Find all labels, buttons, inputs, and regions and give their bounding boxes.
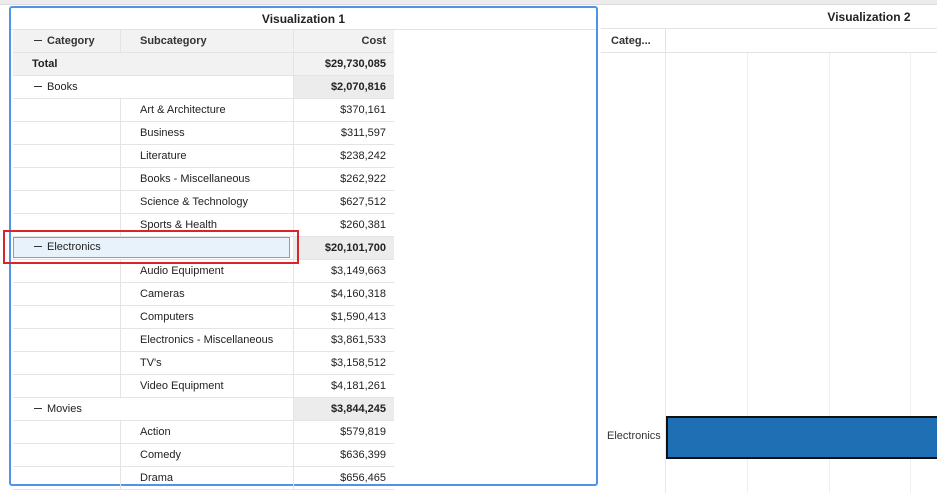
blank-cell — [13, 99, 120, 121]
visualization-1-title: Visualization 1 — [261, 12, 346, 26]
cost-cell: $260,381 — [293, 214, 394, 236]
blank-cell — [13, 191, 120, 213]
cost-cell: $238,242 — [293, 145, 394, 167]
total-cost: $29,730,085 — [293, 53, 394, 75]
selected-electronics-text: Electronics — [47, 241, 101, 253]
table-row: Action $579,819 — [13, 421, 394, 444]
cost-cell: $4,160,318 — [293, 283, 394, 305]
subcategory-cell: Drama — [120, 467, 293, 489]
table-row: Business $311,597 — [13, 122, 394, 145]
cost-cell: $370,161 — [293, 99, 394, 121]
blank-cell — [13, 444, 120, 466]
blank-cell — [13, 352, 120, 374]
table-row: Cameras $4,160,318 — [13, 283, 394, 306]
cost-cell: $3,149,663 — [293, 260, 394, 282]
category-books-cost: $2,070,816 — [293, 76, 394, 98]
cost-cell: $1,590,413 — [293, 306, 394, 328]
blank-cell — [13, 283, 120, 305]
table-row: Books - Miscellaneous $262,922 — [13, 168, 394, 191]
blank-cell — [13, 306, 120, 328]
cost-cell: $3,861,533 — [293, 329, 394, 351]
column-header-subcategory[interactable]: Subcategory — [120, 30, 293, 52]
category-movies-label: Movies — [47, 403, 82, 415]
subcategory-cell: Comedy — [120, 444, 293, 466]
visualization-2-panel[interactable]: Visualization 2 Categ... Electronics — [601, 6, 937, 493]
table-row: Comedy $636,399 — [13, 444, 394, 467]
top-toolbar-strip — [0, 0, 937, 5]
blank-cell — [13, 421, 120, 443]
collapse-minus-icon[interactable] — [34, 245, 42, 247]
table-row: Drama $656,465 — [13, 467, 394, 490]
selected-electronics-label[interactable]: Electronics — [34, 237, 101, 258]
category-movies-cost: $3,844,245 — [293, 398, 394, 420]
total-row: Total $29,730,085 — [13, 53, 394, 76]
electronics-bar[interactable] — [666, 416, 937, 459]
header-separator — [665, 29, 666, 53]
subcategory-cell: Literature — [120, 145, 293, 167]
cost-cell: $627,512 — [293, 191, 394, 213]
table-row: Art & Architecture $370,161 — [13, 99, 394, 122]
cost-cell: $3,158,512 — [293, 352, 394, 374]
table-row: Computers $1,590,413 — [13, 306, 394, 329]
visualization-2-title: Visualization 2 — [827, 10, 911, 24]
subcategory-cell: Science & Technology — [120, 191, 293, 213]
category-axis-header[interactable]: Categ... — [611, 29, 651, 53]
subcategory-cell: Video Equipment — [120, 375, 293, 397]
category-row-books[interactable]: Books $2,070,816 — [13, 76, 394, 99]
table-row: TV's $3,158,512 — [13, 352, 394, 375]
category-books-label: Books — [47, 81, 78, 93]
blank-cell — [13, 122, 120, 144]
collapse-minus-icon[interactable] — [34, 85, 42, 87]
subcategory-cell: Art & Architecture — [120, 99, 293, 121]
blank-cell — [13, 329, 120, 351]
chart-header-row: Categ... — [601, 29, 937, 53]
subcategory-cell: Cameras — [120, 283, 293, 305]
pivot-header-row: Category Subcategory Cost — [13, 30, 394, 53]
table-row: Literature $238,242 — [13, 145, 394, 168]
cost-cell: $579,819 — [293, 421, 394, 443]
collapse-minus-icon[interactable] — [34, 407, 42, 409]
table-row: Science & Technology $627,512 — [13, 191, 394, 214]
table-row: Electronics - Miscellaneous $3,861,533 — [13, 329, 394, 352]
collapse-minus-icon[interactable] — [34, 39, 42, 41]
column-header-cost[interactable]: Cost — [293, 30, 394, 52]
bar-category-label: Electronics — [607, 430, 661, 442]
subcategory-cell: Computers — [120, 306, 293, 328]
cost-cell: $311,597 — [293, 122, 394, 144]
subcategory-cell: Electronics - Miscellaneous — [120, 329, 293, 351]
cost-cell: $656,465 — [293, 467, 394, 489]
subcategory-cell: TV's — [120, 352, 293, 374]
subcategory-cell: Business — [120, 122, 293, 144]
category-movies[interactable]: Movies — [13, 398, 293, 420]
blank-cell — [13, 467, 120, 489]
total-label: Total — [13, 53, 293, 75]
blank-cell — [13, 168, 120, 190]
category-books[interactable]: Books — [13, 76, 293, 98]
category-row-movies[interactable]: Movies $3,844,245 — [13, 398, 394, 421]
cost-cell: $4,181,261 — [293, 375, 394, 397]
table-row: Video Equipment $4,181,261 — [13, 375, 394, 398]
cost-cell: $262,922 — [293, 168, 394, 190]
subcategory-cell: Action — [120, 421, 293, 443]
subcategory-cell: Books - Miscellaneous — [120, 168, 293, 190]
column-header-category-label: Category — [47, 35, 95, 47]
column-header-category[interactable]: Category — [13, 30, 120, 52]
blank-cell — [13, 145, 120, 167]
cost-cell: $636,399 — [293, 444, 394, 466]
category-electronics-cost: $20,101,700 — [293, 237, 394, 259]
blank-cell — [13, 375, 120, 397]
